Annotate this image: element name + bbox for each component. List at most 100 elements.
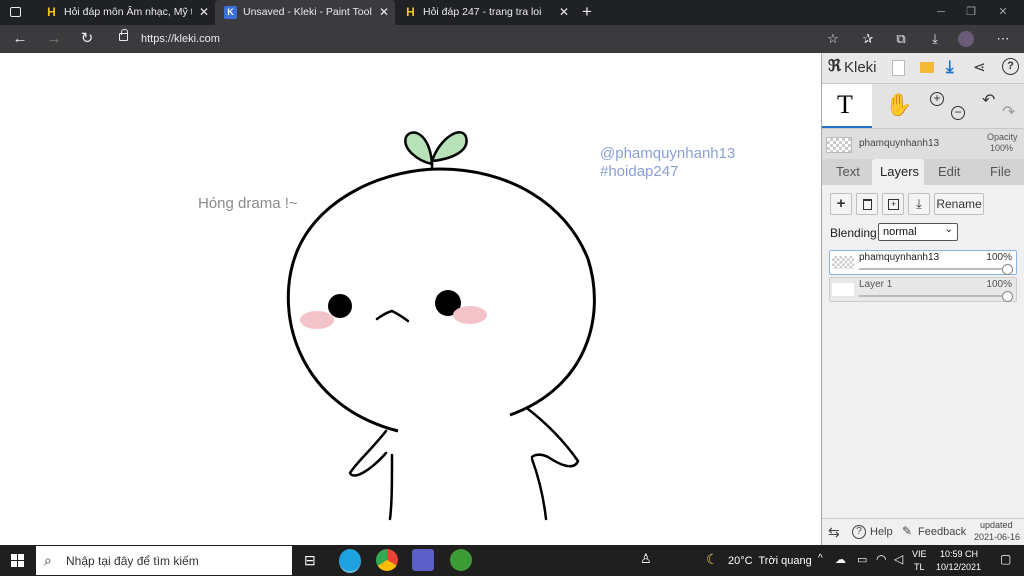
teams-icon[interactable] [412,549,434,571]
people-icon[interactable]: ♙ [640,551,652,567]
help-circle-icon[interactable]: ? [1002,58,1019,75]
taskbar-search-box[interactable]: ⌕ Nhập tại đây để tìm kiếm [36,546,292,575]
language-line1[interactable]: VIE [912,549,927,559]
tab-hoidap-amnhac[interactable]: H Hỏi đáp môn Âm nhạc, Mỹ thuật ✕ [36,0,215,25]
mouth [375,309,410,323]
tool-row: T ✋ + − ↶ ↷ [822,84,1024,129]
updated-label: updated [980,520,1013,530]
zoom-out-icon[interactable]: − [951,106,965,120]
canvas-drawing [286,131,596,521]
close-icon[interactable]: ✕ [559,0,569,25]
restore-icon[interactable]: ❐ [956,0,986,25]
wifi-icon[interactable]: ◠ [876,552,886,566]
new-tab-plus-icon[interactable]: + [578,0,596,25]
duplicate-layer-button[interactable]: + [882,193,904,215]
tray-chevron-icon[interactable]: ^ [818,553,823,564]
forward-arrow-icon[interactable]: → [42,25,66,53]
blending-label: Blending [830,226,877,240]
feedback-icon[interactable]: ✎ [902,524,912,538]
minimize-icon[interactable]: ─ [926,0,956,25]
app-green-icon[interactable] [450,549,472,571]
clock-time[interactable]: 10:59 CH [940,549,978,559]
downloads-icon[interactable]: ⤓ [924,25,946,53]
opacity-value: 100% [990,143,1014,153]
profile-avatar[interactable] [958,31,974,47]
drawing-canvas[interactable]: Hóng drama !~ @phamquynhanh13 #hoidap247 [0,53,821,545]
kleki-logo-icon: ℜ [828,58,842,75]
redo-icon[interactable]: ↷ [1002,102,1015,122]
notification-icon[interactable]: ▢ [1000,552,1011,566]
more-menu-icon[interactable]: ⋯ [992,25,1014,53]
panel-top-bar: ℜ Kleki ⤓ ⋖ ? [822,53,1024,84]
right-body-line [530,457,548,521]
merge-layer-button[interactable]: ⤓ [908,193,930,215]
network-icon[interactable]: ▭ [857,553,867,566]
rename-label: Rename [936,197,982,211]
download-icon[interactable]: ⤓ [946,57,954,77]
tab-file[interactable]: File [990,164,1011,179]
undo-icon[interactable]: ↶ [982,90,995,110]
add-layer-button[interactable]: + [830,193,852,215]
task-view-icon[interactable]: ⊟ [304,552,316,569]
moon-weather-icon: ☾ [706,551,719,567]
tab-hoidap247[interactable]: H Hỏi đáp 247 - trang tra loi ✕ [395,0,575,25]
edge-browser-icon[interactable] [339,549,361,573]
tab-kleki[interactable]: K Unsaved - Kleki - Paint Tool ✕ [215,0,395,25]
favorites-icon[interactable]: ✰ [857,25,879,53]
back-arrow-icon[interactable]: ← [8,25,32,53]
weather-text[interactable]: 20°C Trời quang [728,555,812,567]
refresh-icon[interactable]: ↻ [75,25,99,53]
tab-title: Hỏi đáp môn Âm nhạc, Mỹ thuật [64,6,192,18]
opacity-slider-track[interactable] [859,268,1007,270]
left-eye [328,294,352,318]
layer-name: Layer 1 [859,279,893,290]
chrome-browser-icon[interactable] [376,549,398,571]
layer-item-layer-1[interactable]: Layer 1 100% [829,277,1017,302]
help-icon[interactable]: ? [852,525,866,539]
zoom-in-icon[interactable]: + [930,92,944,106]
share-icon[interactable]: ⋖ [973,58,986,76]
collections-icon[interactable]: ⧉ [890,25,912,53]
windows-start-icon[interactable] [11,554,25,568]
text-tool-button[interactable]: T [822,84,872,128]
browser-tab-bar: H Hỏi đáp môn Âm nhạc, Mỹ thuật ✕ K Unsa… [0,0,1024,25]
delete-layer-button[interactable] [856,193,878,215]
close-icon[interactable]: ✕ [199,0,209,25]
site-settings-icon[interactable]: ☆ [822,25,844,53]
help-label[interactable]: Help [870,526,893,538]
new-image-icon[interactable] [892,60,905,76]
tab-edit[interactable]: Edit [938,164,960,179]
lock-shackle [121,29,128,35]
open-folder-icon[interactable] [920,62,934,73]
chevron-down-icon: ⌄ [944,224,953,235]
close-window-icon[interactable]: ✕ [988,0,1018,25]
swap-side-icon[interactable]: ⇆ [828,524,840,541]
opacity-slider-track[interactable] [859,295,1007,297]
close-icon[interactable]: ✕ [379,0,389,25]
rename-layer-button[interactable]: Rename [934,193,984,215]
volume-icon[interactable]: ◁ [894,552,903,566]
merge-down-icon: ⤓ [916,196,922,211]
text-tool-icon: T [837,90,853,119]
tab-layers-label: Layers [880,164,920,179]
blending-select[interactable]: normal ⌄ [878,223,958,241]
search-icon: ⌕ [44,552,52,568]
url-text[interactable]: https://kleki.com [141,29,220,49]
opacity-slider-handle[interactable] [1002,291,1013,302]
hand-tool-icon[interactable]: ✋ [885,92,912,118]
layer-item-phamquynhanh13[interactable]: phamquynhanh13 100% [829,250,1017,275]
browser-toolbar: ← → ↻ https://kleki.com ☆ ✰ ⧉ ⤓ ⋯ [0,25,1024,53]
language-line2[interactable]: TL [914,562,925,572]
opacity-slider-handle[interactable] [1002,264,1013,275]
search-placeholder: Nhập tại đây để tìm kiếm [66,554,199,568]
watermark-username: @phamquynhanh13 [600,145,736,162]
cloud-icon[interactable]: ☁ [835,553,846,566]
clock-date[interactable]: 10/12/2021 [936,562,981,572]
kleki-favicon-icon: K [224,6,237,19]
tab-text[interactable]: Text [836,164,860,179]
current-layer-name: phamquynhanh13 [859,138,940,149]
tab-actions-icon[interactable] [10,7,21,17]
tab-layers[interactable]: Layers [872,159,924,185]
kleki-side-panel: ℜ Kleki ⤓ ⋖ ? T ✋ + − ↶ ↷ phamquynhanh13… [821,53,1024,545]
feedback-label[interactable]: Feedback [918,526,966,538]
